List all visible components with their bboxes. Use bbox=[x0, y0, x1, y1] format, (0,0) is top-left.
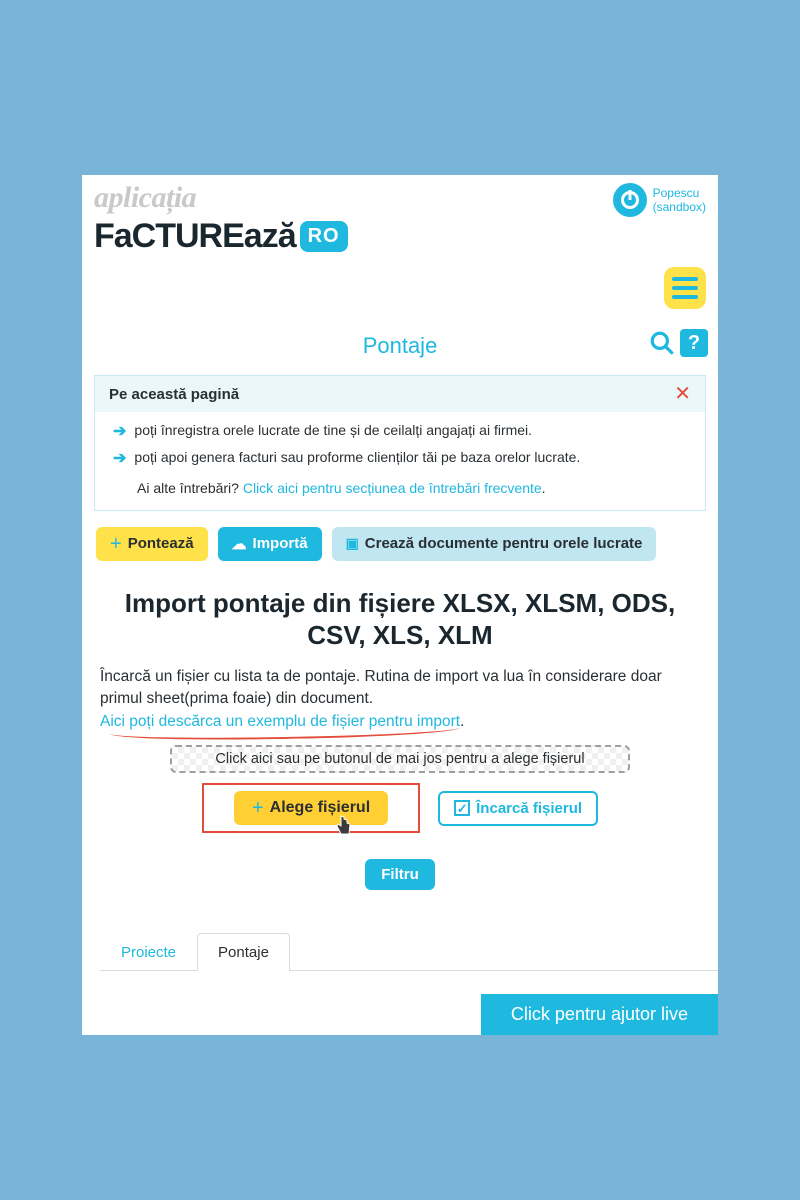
ponteaza-button[interactable]: + Pontează bbox=[96, 527, 208, 561]
hamburger-icon bbox=[672, 277, 698, 281]
info-panel-title: Pe această pagină bbox=[109, 386, 239, 403]
search-icon[interactable] bbox=[648, 329, 676, 357]
user-menu[interactable]: Popescu (sandbox) bbox=[613, 183, 706, 217]
logo-tagline: aplicația bbox=[94, 183, 348, 213]
info-line-1: poți înregistra orele lucrate de tine și… bbox=[134, 422, 532, 438]
importa-button[interactable]: ☁ Importă bbox=[218, 527, 322, 561]
header: aplicația FaCTUREază RO Popescu (sandbox… bbox=[82, 175, 718, 309]
logo-main: FaCTUREază RO bbox=[94, 219, 348, 253]
tab-pontaje[interactable]: Pontaje bbox=[197, 933, 290, 971]
creaza-documente-button[interactable]: ▣ Crează documente pentru orele lucrate bbox=[332, 527, 657, 561]
logo-word: FaCTUREază bbox=[94, 219, 296, 253]
arrow-icon: ➔ bbox=[113, 449, 126, 470]
info-line-2: poți apoi genera facturi sau proforme cl… bbox=[134, 449, 580, 465]
checkbox-icon bbox=[454, 800, 470, 816]
page-titlebar: Pontaje ? bbox=[82, 329, 718, 363]
logo: aplicația FaCTUREază RO bbox=[94, 183, 348, 253]
upload-file-button[interactable]: Încarcă fișierul bbox=[438, 791, 598, 826]
filter-button[interactable]: Filtru bbox=[365, 859, 435, 890]
power-icon bbox=[613, 183, 647, 217]
tab-proiecte[interactable]: Proiecte bbox=[100, 933, 197, 971]
page-title: Pontaje bbox=[363, 333, 438, 359]
tabs: Proiecte Pontaje bbox=[100, 932, 718, 971]
app-window: aplicația FaCTUREază RO Popescu (sandbox… bbox=[82, 175, 718, 1035]
cursor-icon bbox=[334, 814, 354, 841]
arrow-icon: ➔ bbox=[113, 422, 126, 443]
faq-link[interactable]: Click aici pentru secțiunea de întrebări… bbox=[243, 480, 542, 496]
info-faq: Ai alte întrebări? Click aici pentru sec… bbox=[113, 480, 687, 496]
import-description: Încarcă un fișier cu lista ta de pontaje… bbox=[82, 666, 718, 733]
import-heading: Import pontaje din fișiere XLSX, XLSM, O… bbox=[82, 561, 718, 666]
close-icon[interactable]: ✕ bbox=[674, 384, 691, 404]
cloud-icon: ☁ bbox=[232, 535, 247, 553]
action-toolbar: + Pontează ☁ Importă ▣ Crează documente … bbox=[82, 511, 718, 561]
help-icon[interactable]: ? bbox=[680, 329, 708, 357]
hamburger-menu-button[interactable] bbox=[664, 267, 706, 309]
plus-icon: + bbox=[252, 802, 264, 814]
user-name: Popescu bbox=[653, 186, 706, 200]
plus-icon: + bbox=[110, 538, 122, 550]
user-env: (sandbox) bbox=[653, 200, 706, 214]
camera-icon: ▣ bbox=[346, 535, 359, 552]
example-file-link[interactable]: Aici poți descărca un exemplu de fișier … bbox=[100, 713, 460, 730]
choose-file-button[interactable]: + Alege fișierul bbox=[234, 791, 388, 825]
dropzone-hint[interactable]: Click aici sau pe butonul de mai jos pen… bbox=[170, 745, 630, 773]
info-panel: Pe această pagină ✕ ➔ poți înregistra or… bbox=[94, 375, 706, 511]
logo-badge: RO bbox=[300, 221, 348, 252]
live-help-button[interactable]: Click pentru ajutor live bbox=[481, 994, 718, 1035]
highlight-annotation: + Alege fișierul bbox=[202, 783, 420, 833]
upload-controls: + Alege fișierul Încarcă fișierul bbox=[82, 783, 718, 833]
